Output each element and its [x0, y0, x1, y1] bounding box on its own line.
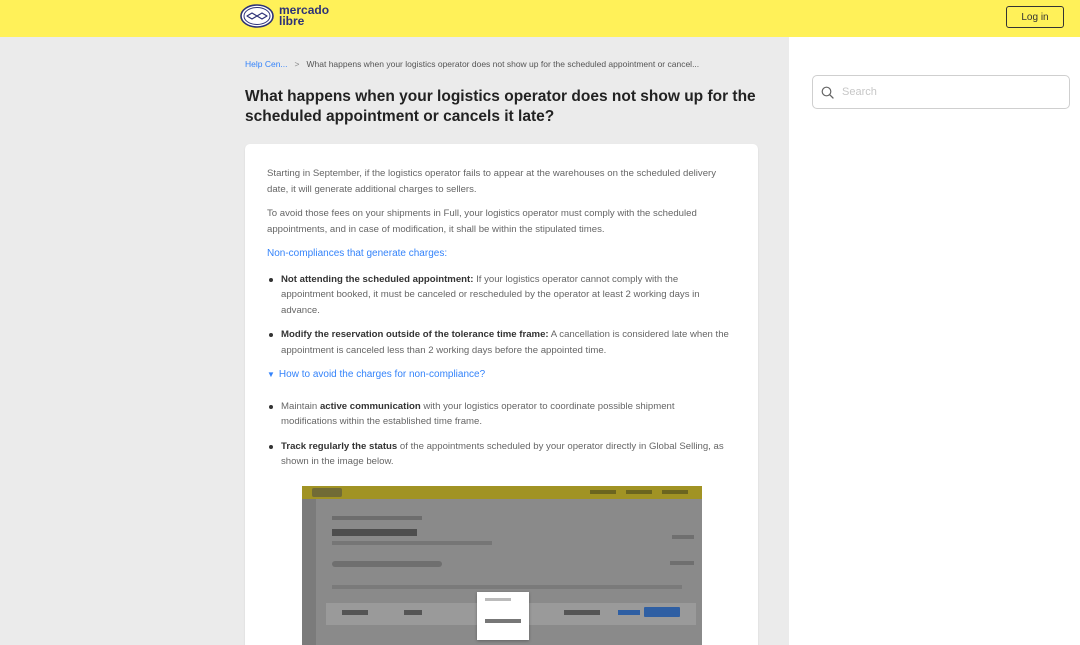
avoid-charges-toggle[interactable]: ▼ How to avoid the charges for non-compl…: [267, 367, 733, 383]
mercado-libre-logo[interactable]: mercado libre: [240, 4, 329, 28]
logo-line-2: libre: [279, 14, 305, 28]
article-card: Starting in September, if the logistics …: [245, 144, 758, 645]
screenshot-body: [322, 499, 702, 645]
list-item-bold: active communication: [319, 400, 421, 412]
article-body: Starting in September, if the logistics …: [267, 166, 733, 479]
screenshot-cell: [564, 610, 600, 615]
top-header: mercado libre Log in: [0, 0, 1080, 37]
handshake-logo-icon: [240, 4, 274, 28]
list-item-bold: Modify the reservation outside of the to…: [281, 329, 549, 340]
intro-paragraph: Starting in September, if the logistics …: [267, 168, 717, 195]
list-item-bold: Track regularly the status: [281, 440, 398, 452]
screenshot-sidebar: [302, 499, 316, 645]
tips-list: Maintain active communication with your …: [267, 399, 733, 470]
breadcrumb: Help Cen... > What happens when your log…: [245, 59, 699, 69]
screenshot-popup-title: [485, 598, 511, 601]
caret-down-icon: ▼: [267, 370, 275, 379]
search-icon: [821, 86, 834, 99]
created-shipments-screenshot: [302, 486, 702, 645]
screenshot-subtitle: [332, 541, 492, 545]
page-title: What happens when your logistics operato…: [245, 88, 756, 125]
breadcrumb-separator: >: [294, 59, 300, 69]
screenshot-table-header: [332, 585, 682, 589]
search-input[interactable]: [842, 86, 1042, 98]
screenshot-breadcrumb: [332, 516, 422, 520]
login-button[interactable]: Log in: [1006, 6, 1064, 28]
fees-paragraph: To avoid those fees on your shipments in…: [267, 208, 697, 235]
list-item-pre: Maintain: [281, 400, 320, 412]
breadcrumb-help-center-link[interactable]: Help Cen...: [245, 59, 288, 69]
right-sidebar: [789, 37, 1080, 645]
screenshot-link: [672, 535, 694, 539]
screenshot-header: [302, 486, 702, 499]
list-item: Track regularly the status of the appoin…: [267, 439, 733, 470]
screenshot-popup-value: [485, 619, 521, 623]
list-item: Not attending the scheduled appointment:…: [267, 272, 733, 319]
screenshot-filter: [670, 561, 694, 565]
screenshot-highlight-popup: [477, 592, 529, 640]
screenshot-logo: [312, 488, 342, 497]
breadcrumb-current-page: What happens when your logistics operato…: [306, 59, 700, 69]
screenshot-title: [332, 529, 417, 536]
screenshot-cell: [404, 610, 422, 615]
search-box[interactable]: [812, 75, 1070, 109]
list-item: Maintain active communication with your …: [267, 399, 733, 430]
screenshot-tabs: [332, 561, 442, 567]
list-item-bold: Not attending the scheduled appointment:: [281, 273, 474, 285]
charges-list: Not attending the scheduled appointment:…: [267, 272, 733, 359]
screenshot-nav: [590, 490, 688, 494]
screenshot-row-link: [618, 610, 640, 615]
charges-section-heading: Non-compliances that generate charges:: [267, 248, 448, 259]
screenshot-row-button: [644, 607, 680, 617]
list-item: Modify the reservation outside of the to…: [267, 327, 733, 358]
screenshot-cell: [342, 610, 368, 615]
logo-wordmark: mercado libre: [279, 4, 329, 28]
avoid-charges-toggle-label: How to avoid the charges for non-complia…: [278, 369, 486, 380]
